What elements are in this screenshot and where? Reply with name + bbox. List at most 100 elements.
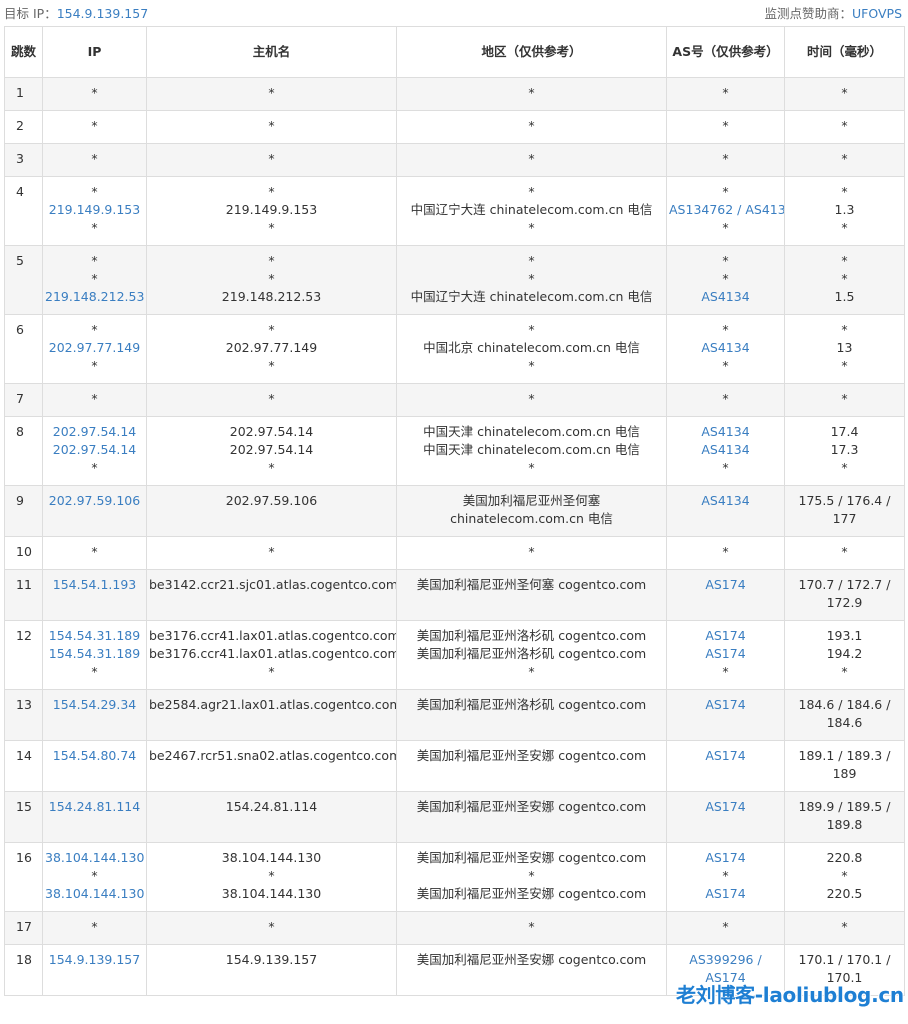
hostname-cell: * [146,536,397,570]
as-text: * [722,118,729,133]
ip-link[interactable]: 154.24.81.114 [45,798,144,816]
region-text: 中国天津 chinatelecom.com.cn 电信 [423,442,640,457]
hostname-cell: 202.97.59.106 [146,485,397,537]
as-link[interactable]: AS174 [669,576,782,594]
host-text: * [268,322,275,337]
as-link[interactable]: AS4134 [669,339,782,357]
hostname-cell: * [146,911,397,945]
region-text: 美国加利福尼亚州洛杉矶 cogentco.com [416,628,647,643]
ip-link[interactable]: 154.54.29.34 [45,696,144,714]
table-row: 17 * * * * * [4,911,905,945]
time-cell: 170.7 / 172.7 / 172.9 [784,569,905,621]
ip-text: * [91,220,98,235]
as-cell: * * AS4134 [666,245,785,315]
ip-cell: * [42,536,147,570]
time-cell: * [784,536,905,570]
ip-link[interactable]: 154.54.31.189 [45,645,144,663]
time-text: * [841,391,848,406]
hostname-cell: be3176.ccr41.lax01.atlas.cogentco.com be3… [146,620,397,690]
hostname-cell: * [146,143,397,177]
hop-number: 12 [4,620,43,690]
hop-number: 9 [4,485,43,537]
hostname-cell: * * 219.148.212.53 [146,245,397,315]
ip-cell: * [42,383,147,417]
as-cell: AS174 AS174 * [666,620,785,690]
col-header-hostname: 主机名 [146,26,397,78]
table-row: 1 * * * * * [4,77,905,111]
as-link[interactable]: AS174 [669,696,782,714]
time-text: * [841,220,848,235]
ip-link[interactable]: 154.54.80.74 [45,747,144,765]
ip-text: * [91,85,98,100]
ip-link[interactable]: 202.97.54.14 [45,441,144,459]
as-link[interactable]: AS174 [669,645,782,663]
as-link[interactable]: AS4134 [669,288,782,306]
ip-link[interactable]: 38.104.144.130 [45,885,144,903]
host-text: * [268,358,275,373]
time-text: 175.5 / 176.4 / 177 [798,493,891,526]
as-link[interactable]: AS4134 [669,441,782,459]
as-cell: AS4134 AS4134 * [666,416,785,486]
time-text: 189.1 / 189.3 / 189 [798,748,891,781]
region-text: 美国加利福尼亚州洛杉矶 cogentco.com [416,697,647,712]
time-cell: * 13 * [784,314,905,384]
ip-link[interactable]: 38.104.144.130 [45,849,144,867]
hostname-cell: be2584.agr21.lax01.atlas.cogentco.com [146,689,397,741]
as-link[interactable]: AS174 [669,627,782,645]
table-row: 12 154.54.31.189 154.54.31.189 * be3176.ccr4… [4,620,905,690]
as-text: * [722,358,729,373]
hostname-cell: 202.97.54.14 202.97.54.14 * [146,416,397,486]
ip-text: * [91,184,98,199]
region-text: 美国加利福尼亚州圣安娜 cogentco.com [416,850,647,865]
time-cell: * * 1.5 [784,245,905,315]
hostname-cell: * 202.97.77.149 * [146,314,397,384]
hostname-cell: be3142.ccr21.sjc01.atlas.cogentco.com [146,569,397,621]
hostname-cell: 154.9.139.157 [146,944,397,996]
ip-link[interactable]: 154.9.139.157 [45,951,144,969]
ip-link[interactable]: 202.97.59.106 [45,492,144,510]
region-cell: * * 中国辽宁大连 chinatelecom.com.cn 电信 [396,245,667,315]
as-cell: AS174 [666,791,785,843]
region-text: * [528,85,535,100]
ip-link[interactable]: 154.54.31.189 [45,627,144,645]
time-text: 193.1 [826,628,863,643]
ip-text: * [91,460,98,475]
ip-cell: 202.97.54.14 202.97.54.14 * [42,416,147,486]
as-link[interactable]: AS174 [669,747,782,765]
hop-number: 16 [4,842,43,912]
target-ip-link[interactable]: 154.9.139.157 [57,6,148,21]
as-link[interactable]: AS134762 / AS4134 [669,201,784,219]
ip-link[interactable]: 219.149.9.153 [45,201,144,219]
table-row: 9 202.97.59.106 202.97.59.106 美国加利福尼亚州圣何塞 c… [4,485,905,537]
as-link[interactable]: AS4134 [669,423,782,441]
time-text: 184.6 / 184.6 / 184.6 [798,697,891,730]
time-cell: 193.1 194.2 * [784,620,905,690]
region-cell: * [396,536,667,570]
col-header-time: 时间（毫秒） [784,26,905,78]
host-text: * [268,220,275,235]
sponsor-link[interactable]: UFOVPS [852,6,902,21]
hop-number: 5 [4,245,43,315]
as-link[interactable]: AS174 [669,885,782,903]
region-text: 美国加利福尼亚州圣安娜 cogentco.com [416,748,647,763]
ip-link[interactable]: 154.54.1.193 [45,576,144,594]
as-link[interactable]: AS174 [669,849,782,867]
table-row: 15 154.24.81.114 154.24.81.114 美国加利福尼亚州圣安娜 … [4,791,905,843]
host-text: 38.104.144.130 [221,886,322,901]
ip-link[interactable]: 202.97.77.149 [45,339,144,357]
hop-number: 1 [4,77,43,111]
traceroute-table: 跳数 IP 主机名 地区（仅供参考） AS号（仅供参考） 时间（毫秒） 1 * * *… [4,26,905,996]
as-text: * [722,253,729,268]
table-row: 6 * 202.97.77.149 * * 202.97.77.149 * * 中国北京 chi… [4,314,905,384]
region-text: * [528,118,535,133]
ip-link[interactable]: 202.97.54.14 [45,423,144,441]
ip-cell: * [42,911,147,945]
ip-link[interactable]: 219.148.212.53 [45,288,144,306]
as-link[interactable]: AS4134 [669,492,782,510]
region-text: 美国加利福尼亚州圣何塞 cogentco.com [416,577,647,592]
as-cell: AS174 * AS174 [666,842,785,912]
hop-number: 11 [4,569,43,621]
time-cell: * [784,383,905,417]
as-link[interactable]: AS174 [669,798,782,816]
hop-number: 18 [4,944,43,996]
